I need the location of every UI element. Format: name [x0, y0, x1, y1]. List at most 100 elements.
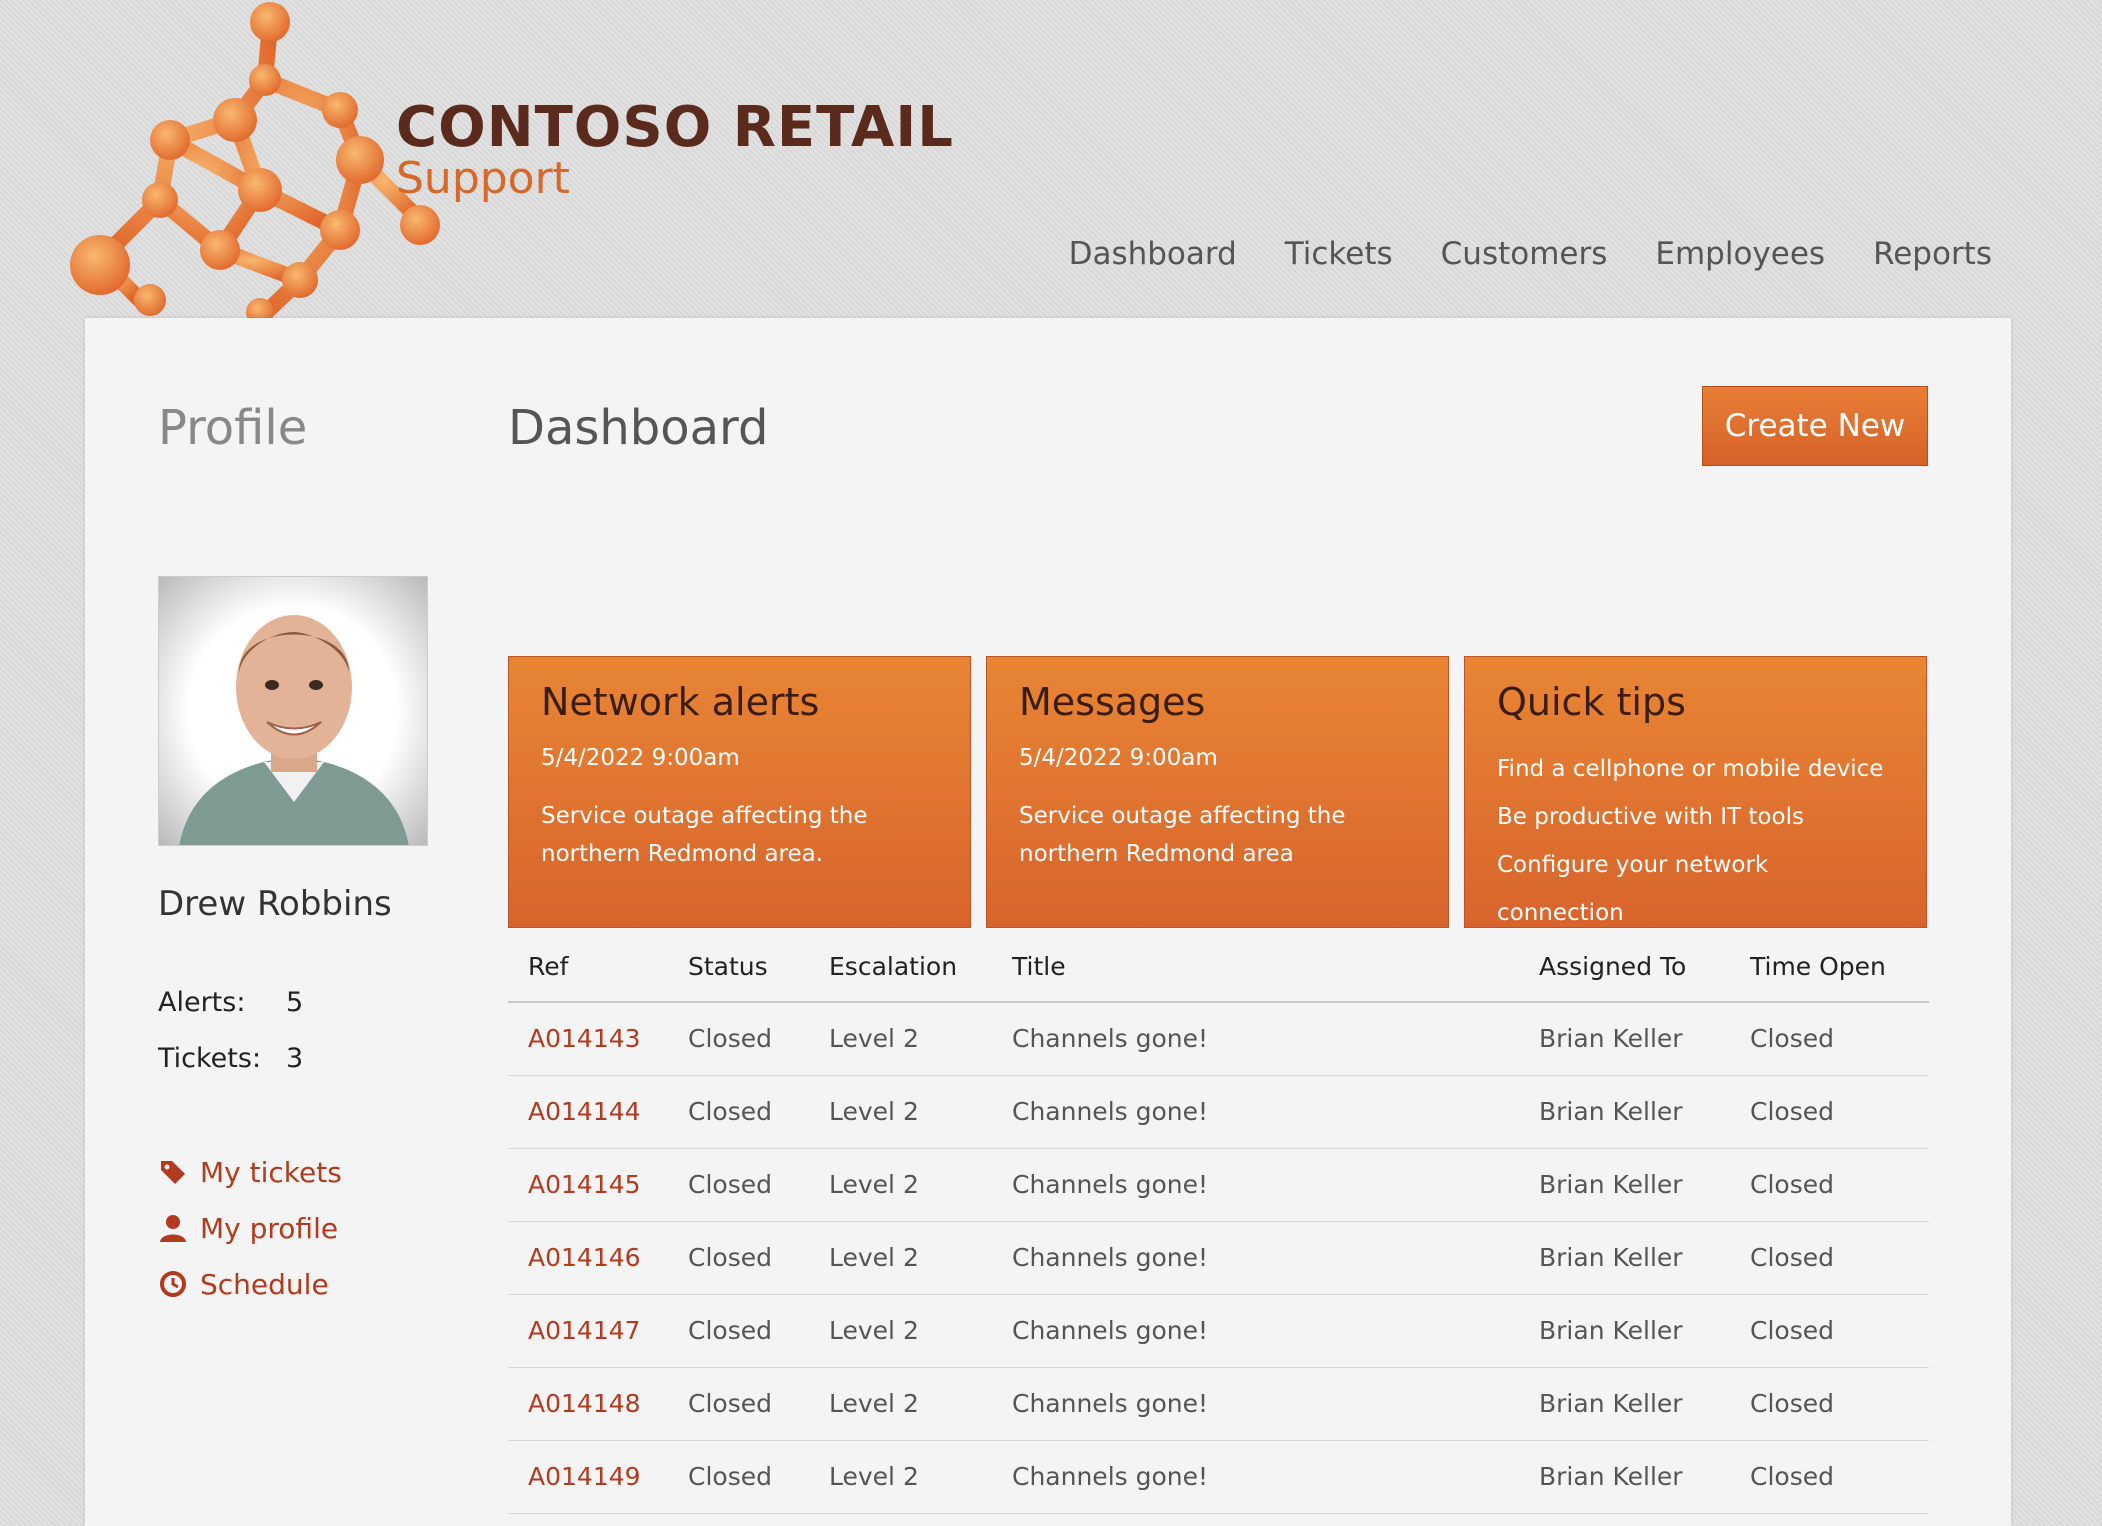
cell-time-open: Closed [1730, 1002, 1929, 1076]
cell-title: Channels gone! [992, 1367, 1519, 1441]
dashboard-tiles: Network alerts 5/4/2022 9:00am Service o… [508, 656, 1927, 928]
network-alerts-tile[interactable]: Network alerts 5/4/2022 9:00am Service o… [508, 656, 971, 928]
cell-title: Channels gone! [992, 1294, 1519, 1368]
top-nav: Dashboard Tickets Customers Employees Re… [1069, 236, 1992, 272]
cell-time-open: Closed [1730, 1367, 1929, 1441]
brand-name: CONTOSO RETAIL [396, 95, 954, 160]
cell-escalation: Level 2 [809, 1148, 992, 1222]
sidebar-item-schedule[interactable]: Schedule [158, 1256, 342, 1312]
cell-status: Closed [668, 1440, 809, 1514]
cell-title: Channels gone! [992, 1221, 1519, 1295]
sidebar-item-label: Schedule [200, 1267, 329, 1301]
cell-status: Closed [668, 1294, 809, 1368]
cell-time-open: Closed [1730, 1221, 1929, 1295]
user-stats: Alerts: 5 Tickets: 3 [158, 974, 303, 1086]
column-header-title[interactable]: Title [992, 932, 1519, 1003]
messages-tile[interactable]: Messages 5/4/2022 9:00am Service outage … [986, 656, 1449, 928]
sidebar-item-label: My profile [200, 1211, 339, 1245]
tile-text: Service outage affecting the northern Re… [541, 803, 868, 867]
alerts-stat: Alerts: 5 [158, 974, 303, 1030]
cell-escalation: Level 2 [809, 1440, 992, 1514]
clock-icon [160, 1271, 186, 1297]
sidebar-item-my-profile[interactable]: My profile [158, 1200, 342, 1256]
cell-ref[interactable]: A014145 [508, 1148, 668, 1222]
nav-tickets[interactable]: Tickets [1285, 236, 1393, 272]
tickets-table: Ref Status Escalation Title Assigned To … [508, 932, 1929, 1514]
cell-escalation: Level 2 [809, 1294, 992, 1368]
quick-tips-tile: Quick tips Find a cellphone or mobile de… [1464, 656, 1927, 928]
cell-title: Channels gone! [992, 1002, 1519, 1076]
profile-heading: Profile [158, 400, 308, 456]
cell-escalation: Level 2 [809, 1367, 992, 1441]
column-header-status[interactable]: Status [668, 932, 809, 1003]
tickets-stat: Tickets: 3 [158, 1030, 303, 1086]
cell-title: Channels gone! [992, 1148, 1519, 1222]
site-header: CONTOSO RETAIL Support Dashboard Tickets… [0, 0, 2102, 318]
tickets-count: 3 [286, 1042, 304, 1074]
tip-link[interactable]: Configure your network connection [1497, 841, 1894, 937]
cell-status: Closed [668, 1221, 809, 1295]
column-header-escalation[interactable]: Escalation [809, 932, 992, 1003]
table-row[interactable]: A014148 Closed Level 2 Channels gone! Brian … [508, 1367, 1929, 1441]
column-header-assigned-to[interactable]: Assigned To [1519, 932, 1730, 1003]
nav-employees[interactable]: Employees [1655, 236, 1825, 272]
page-title: Dashboard [508, 400, 769, 456]
table-row[interactable]: A014144 Closed Level 2 Channels gone! Brian … [508, 1075, 1929, 1149]
user-name: Drew Robbins [158, 884, 392, 924]
cell-time-open: Closed [1730, 1148, 1929, 1222]
table-row[interactable]: A014143 Closed Level 2 Channels gone! Brian … [508, 1002, 1929, 1076]
nav-customers[interactable]: Customers [1441, 236, 1608, 272]
table-row[interactable]: A014149 Closed Level 2 Channels gone! Brian … [508, 1440, 1929, 1514]
tile-date: 5/4/2022 9:00am [541, 745, 740, 771]
cell-title: Channels gone! [992, 1440, 1519, 1514]
cell-status: Closed [668, 1002, 809, 1076]
nav-dashboard[interactable]: Dashboard [1069, 236, 1237, 272]
cell-ref[interactable]: A014144 [508, 1075, 668, 1149]
cell-assigned-to: Brian Keller [1519, 1002, 1730, 1076]
brand-subtitle: Support [396, 153, 570, 204]
cell-ref[interactable]: A014148 [508, 1367, 668, 1441]
cell-status: Closed [668, 1148, 809, 1222]
tile-title: Quick tips [1497, 680, 1686, 724]
tile-title: Messages [1019, 680, 1206, 724]
alerts-label: Alerts: [158, 986, 246, 1018]
cell-escalation: Level 2 [809, 1002, 992, 1076]
sidebar-item-my-tickets[interactable]: My tickets [158, 1144, 342, 1200]
tickets-label: Tickets: [158, 1042, 262, 1074]
main-panel: Profile Dashboard Create New Drew Robbin… [85, 318, 2011, 1526]
cell-assigned-to: Brian Keller [1519, 1221, 1730, 1295]
person-photo-icon [179, 615, 409, 845]
tile-date: 5/4/2022 9:00am [1019, 745, 1218, 771]
column-header-time-open[interactable]: Time Open [1730, 932, 1929, 1003]
alerts-count: 5 [286, 986, 304, 1018]
cell-assigned-to: Brian Keller [1519, 1075, 1730, 1149]
cell-time-open: Closed [1730, 1075, 1929, 1149]
cell-ref[interactable]: A014143 [508, 1002, 668, 1076]
cell-assigned-to: Brian Keller [1519, 1440, 1730, 1514]
brand[interactable]: CONTOSO RETAIL Support [396, 96, 954, 204]
tile-text: Service outage affecting the northern Re… [1019, 803, 1346, 867]
cell-ref[interactable]: A014147 [508, 1294, 668, 1368]
cell-escalation: Level 2 [809, 1075, 992, 1149]
tip-link[interactable]: Be productive with IT tools [1497, 793, 1894, 841]
person-icon [160, 1215, 186, 1242]
table-row[interactable]: A014147 Closed Level 2 Channels gone! Brian … [508, 1294, 1929, 1368]
cell-assigned-to: Brian Keller [1519, 1294, 1730, 1368]
table-row[interactable]: A014145 Closed Level 2 Channels gone! Brian … [508, 1148, 1929, 1222]
cell-time-open: Closed [1730, 1440, 1929, 1514]
cell-ref[interactable]: A014146 [508, 1221, 668, 1295]
table-body: A014143 Closed Level 2 Channels gone! Brian … [508, 1002, 1929, 1514]
sidebar-links: My tickets My profile Schedule [158, 1144, 342, 1312]
cell-ref[interactable]: A014149 [508, 1440, 668, 1514]
tip-link[interactable]: Find a cellphone or mobile device [1497, 745, 1894, 793]
cell-status: Closed [668, 1367, 809, 1441]
tile-title: Network alerts [541, 680, 820, 724]
table-row[interactable]: A014146 Closed Level 2 Channels gone! Brian … [508, 1221, 1929, 1295]
sidebar-item-label: My tickets [200, 1155, 342, 1189]
tag-icon [161, 1161, 185, 1184]
column-header-ref[interactable]: Ref [508, 932, 668, 1003]
nav-reports[interactable]: Reports [1873, 236, 1992, 272]
create-new-button[interactable]: Create New [1702, 386, 1928, 466]
avatar [158, 576, 428, 846]
cell-assigned-to: Brian Keller [1519, 1148, 1730, 1222]
